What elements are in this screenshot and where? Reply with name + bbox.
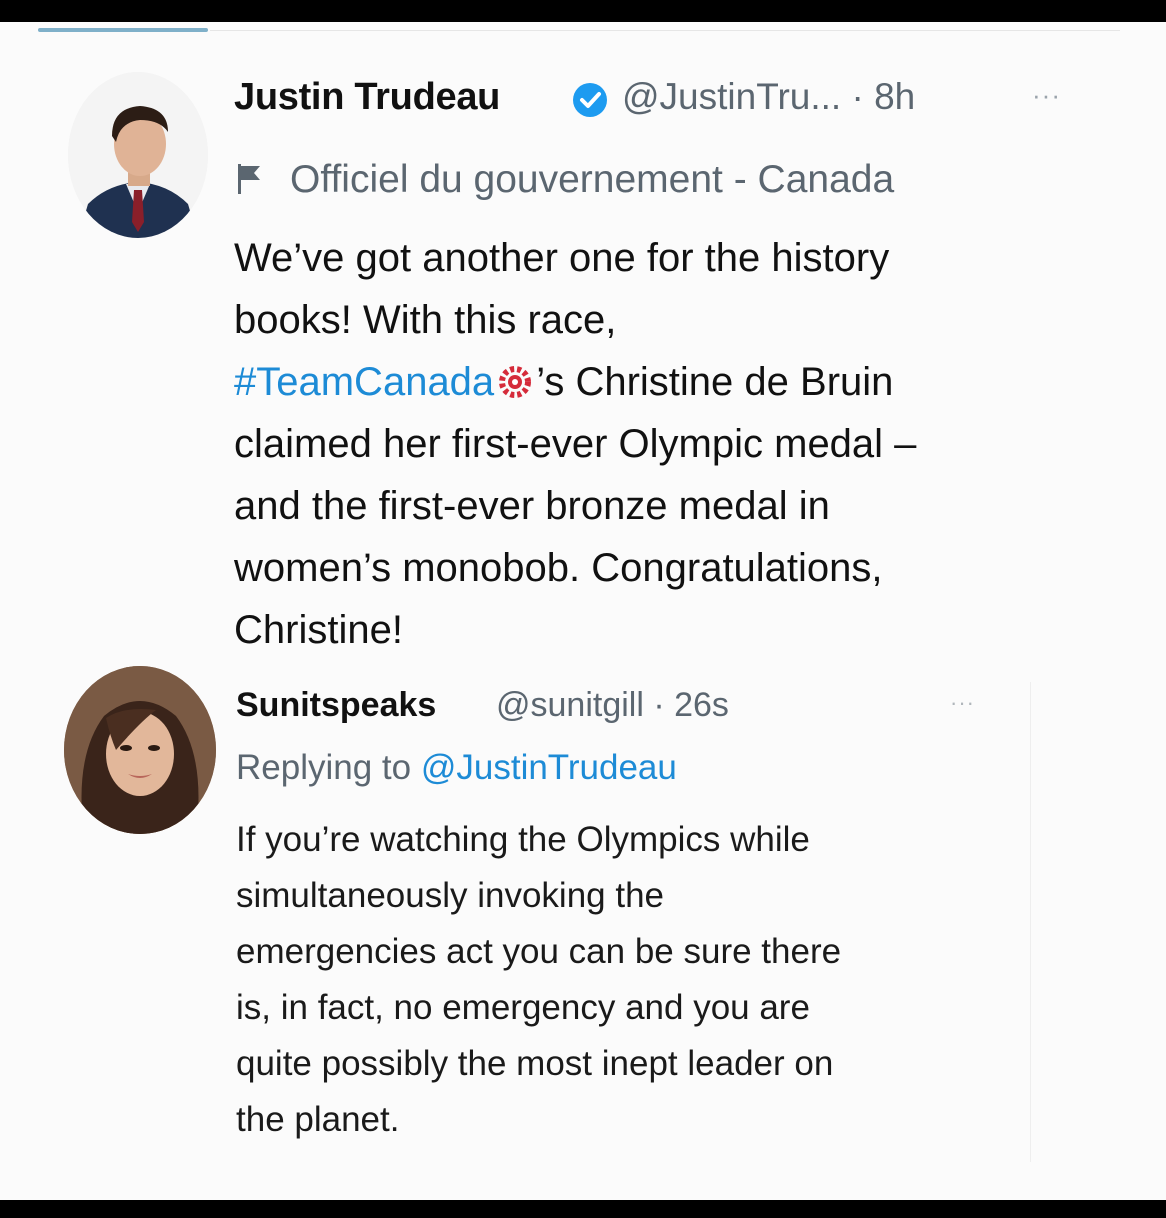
tweet-text-line: We’ve got another one for the history — [234, 236, 890, 280]
replying-to-prefix: Replying to — [236, 748, 412, 787]
top-black-bar — [0, 0, 1166, 22]
replying-to-line: Replying to @JustinTrudeau — [236, 748, 677, 788]
bottom-black-bar — [0, 1200, 1166, 1218]
avatar-portrait-icon — [64, 666, 216, 834]
government-label: Officiel du gouvernement - Canada — [290, 158, 895, 201]
tweet-text-line: women’s monobob. Congratulations, — [234, 546, 883, 590]
top-divider — [210, 30, 1120, 31]
tweet-text-segment: ’s Christine de Bruin — [536, 360, 894, 404]
tweet-text-line: claimed her first-ever Olympic medal – — [234, 422, 917, 466]
trudeau-avatar[interactable] — [68, 72, 208, 238]
reply-text: If you’re watching the Olympics while si… — [236, 812, 1016, 1148]
government-flag-icon — [238, 164, 260, 194]
tweet-text-line: Christine! — [234, 608, 403, 652]
tweet-text-line: and the first-ever bronze medal in — [234, 484, 830, 528]
reply-author-handle-time[interactable]: @sunitgill · 26s — [496, 686, 729, 725]
tweet-text-line: #TeamCanada ’s Christine de Bruin — [234, 351, 1094, 413]
more-options-icon[interactable]: ··· — [1032, 80, 1061, 111]
author-handle-time[interactable]: @JustinTru... · 8h — [622, 76, 915, 118]
reply-text-line: simultaneously invoking the — [236, 876, 665, 915]
author-name[interactable]: Justin Trudeau — [234, 76, 500, 119]
tweet-text: We’ve got another one for the history bo… — [234, 227, 1094, 661]
hashtag-link[interactable]: #TeamCanada — [234, 360, 494, 404]
reply-text-line: is, in fact, no emergency and you are — [236, 988, 810, 1027]
reply-text-line: If you’re watching the Olympics while — [236, 820, 810, 859]
sunitspeaks-avatar[interactable] — [64, 666, 216, 834]
faint-divider — [1030, 682, 1031, 1162]
replying-to-handle-link[interactable]: @JustinTrudeau — [421, 748, 677, 787]
tweet-text-line: books! With this race, — [234, 298, 617, 342]
avatar-portrait-icon — [68, 72, 208, 238]
tab-indicator — [38, 28, 208, 32]
team-canada-emoji-icon — [499, 366, 532, 398]
verified-badge-icon — [573, 83, 607, 117]
reply-text-line: the planet. — [236, 1100, 400, 1139]
screenshot-card: Justin Trudeau @JustinTru... · 8h ··· Of… — [0, 22, 1166, 1200]
reply-more-options-icon[interactable]: ··· — [950, 690, 975, 716]
reply-author-name[interactable]: Sunitspeaks — [236, 686, 436, 725]
reply-text-line: emergencies act you can be sure there — [236, 932, 842, 971]
reply-text-line: quite possibly the most inept leader on — [236, 1044, 834, 1083]
